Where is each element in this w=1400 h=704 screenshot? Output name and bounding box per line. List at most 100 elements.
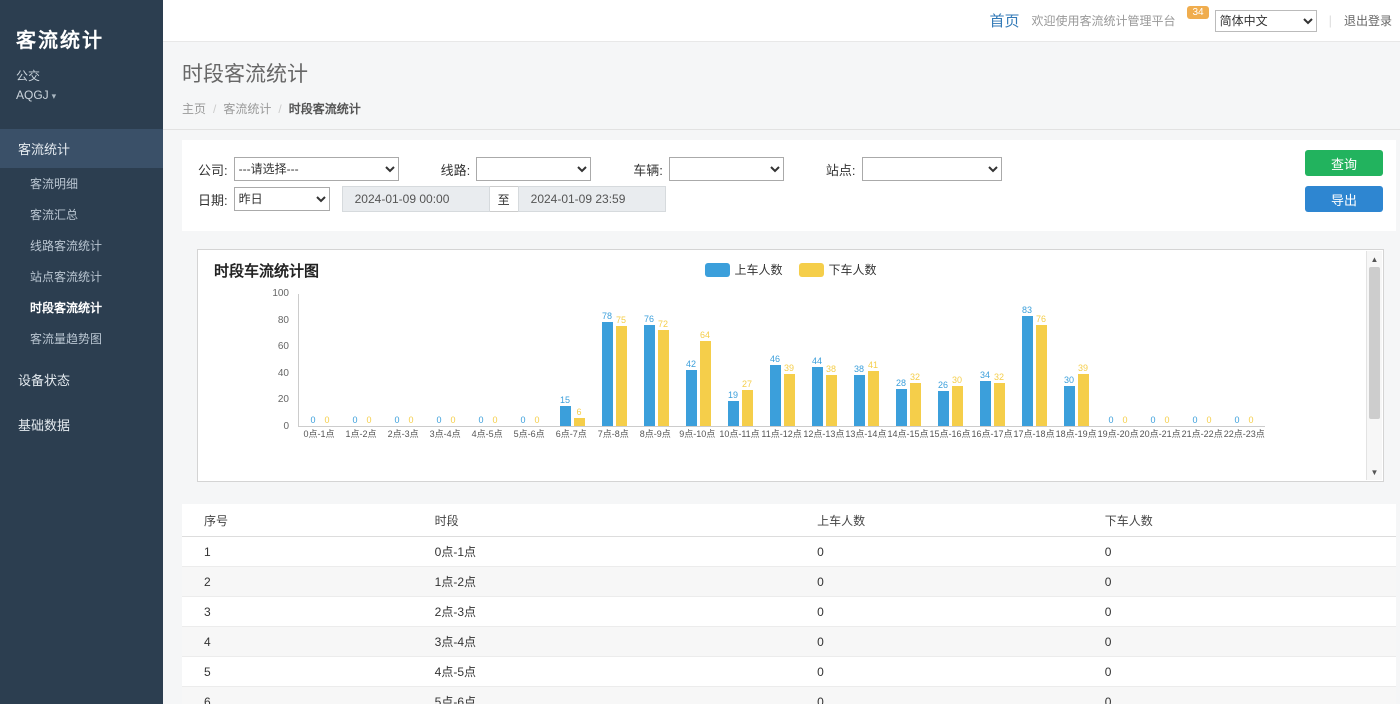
chart-plot: 0000000000001567875767242641927463944383… [298, 294, 1265, 427]
chart-y-axis: 020406080100 [256, 294, 298, 427]
table-row: 10点-1点00 [182, 537, 1396, 567]
bar-column: 0 [448, 415, 459, 426]
bar-value-label: 34 [980, 370, 990, 381]
bar[interactable] [616, 326, 627, 426]
filter-row-1: 公司: ---请选择--- 线路: 车辆: 站点: [198, 157, 1380, 181]
bar[interactable] [1022, 316, 1033, 426]
bar[interactable] [560, 406, 571, 426]
bar[interactable] [658, 330, 669, 426]
legend-item[interactable]: 上车人数 [704, 261, 782, 278]
bar-value-label: 38 [854, 364, 864, 375]
company-select[interactable]: ---请选择--- [234, 157, 399, 181]
language-select[interactable]: 简体中文 [1215, 10, 1317, 32]
bar-value-label: 78 [602, 311, 612, 322]
export-button[interactable]: 导出 [1305, 186, 1383, 212]
x-axis-label: 18点-19点 [1056, 427, 1096, 442]
bar[interactable] [896, 389, 907, 426]
bar[interactable] [952, 386, 963, 426]
bar-column: 28 [896, 378, 907, 426]
bar-value-label: 0 [352, 415, 357, 426]
chart-scrollbar[interactable]: ▲ ▼ [1366, 251, 1382, 480]
sidebar-item[interactable]: 客流明细 [0, 168, 163, 199]
bar[interactable] [938, 391, 949, 426]
bar-group: 00 [426, 415, 466, 426]
bar[interactable] [574, 418, 585, 426]
bar[interactable] [812, 367, 823, 426]
station-select[interactable] [862, 157, 1002, 181]
bar-group: 3841 [846, 360, 886, 426]
sidebar-item[interactable]: 时段客流统计 [0, 292, 163, 323]
bar[interactable] [868, 371, 879, 426]
bar-value-label: 76 [1036, 314, 1046, 325]
org-selector[interactable]: AQGJ▾ [16, 86, 147, 105]
x-axis-label: 4点-5点 [467, 427, 507, 442]
bar[interactable] [686, 370, 697, 426]
bar-column: 78 [602, 311, 613, 426]
bar[interactable] [910, 383, 921, 426]
sidebar-item[interactable]: 线路客流统计 [0, 230, 163, 261]
bar[interactable] [644, 325, 655, 426]
bar-column: 38 [826, 364, 837, 426]
bar[interactable] [1064, 386, 1075, 426]
legend-label: 下车人数 [829, 261, 877, 278]
bar-group: 156 [552, 395, 592, 426]
bar-column: 32 [910, 372, 921, 426]
bar-value-label: 0 [436, 415, 441, 426]
table-cell: 0 [1083, 657, 1396, 687]
legend-swatch [704, 263, 729, 277]
x-axis-label: 13点-14点 [845, 427, 885, 442]
legend-item[interactable]: 下车人数 [799, 261, 877, 278]
bar[interactable] [854, 375, 865, 426]
date-preset-select[interactable]: 昨日 [234, 187, 330, 211]
x-axis-label: 15点-16点 [929, 427, 969, 442]
bar[interactable] [728, 401, 739, 426]
x-axis-label: 10点-11点 [719, 427, 759, 442]
bar[interactable] [602, 322, 613, 426]
content: 公司: ---请选择--- 线路: 车辆: 站点: [163, 130, 1400, 704]
bar[interactable] [742, 390, 753, 426]
bar-column: 0 [518, 415, 529, 426]
bar[interactable] [1078, 374, 1089, 426]
scroll-down-icon[interactable]: ▼ [1367, 464, 1382, 480]
vehicle-select[interactable] [669, 157, 784, 181]
bar-group: 00 [1098, 415, 1138, 426]
bar-group: 3432 [972, 370, 1012, 426]
bar-value-label: 64 [700, 330, 710, 341]
date-end-input[interactable] [518, 186, 666, 212]
sidebar-section-2[interactable]: 基础数据 [0, 405, 163, 444]
bar[interactable] [980, 381, 991, 426]
table-cell: 3 [182, 597, 413, 627]
sidebar-section-0[interactable]: 客流统计 [0, 129, 163, 168]
sidebar-item[interactable]: 客流量趋势图 [0, 323, 163, 354]
table-header-cell: 时段 [413, 504, 795, 537]
bar[interactable] [770, 365, 781, 426]
query-button[interactable]: 查询 [1305, 150, 1383, 176]
bar-value-label: 0 [1234, 415, 1239, 426]
sidebar-item[interactable]: 站点客流统计 [0, 261, 163, 292]
bar[interactable] [784, 374, 795, 426]
home-link[interactable]: 首页 [989, 10, 1019, 31]
bar-value-label: 46 [770, 354, 780, 365]
bar[interactable] [1036, 325, 1047, 426]
sidebar-section-1[interactable]: 设备状态 [0, 360, 163, 399]
bar[interactable] [700, 341, 711, 426]
chart-plot-wrap: 0000000000001567875767242641927463944383… [298, 294, 1265, 442]
breadcrumb-item[interactable]: 客流统计 [223, 102, 271, 116]
x-axis-label: 7点-8点 [593, 427, 633, 442]
bar[interactable] [826, 375, 837, 426]
scrollbar-thumb[interactable] [1369, 267, 1380, 419]
notification-badge[interactable]: 34 [1187, 6, 1208, 19]
bar-value-label: 0 [478, 415, 483, 426]
bar-column: 34 [980, 370, 991, 426]
bar[interactable] [994, 383, 1005, 426]
line-select[interactable] [476, 157, 591, 181]
table-cell: 0 [795, 627, 1083, 657]
table-cell: 0 [795, 657, 1083, 687]
scroll-up-icon[interactable]: ▲ [1367, 251, 1382, 267]
date-start-input[interactable] [342, 186, 490, 212]
sidebar-item[interactable]: 客流汇总 [0, 199, 163, 230]
breadcrumb-item[interactable]: 主页 [182, 102, 206, 116]
logout-link[interactable]: 退出登录 [1344, 12, 1392, 29]
scrollbar-track[interactable] [1367, 419, 1382, 464]
bar-column: 46 [770, 354, 781, 426]
